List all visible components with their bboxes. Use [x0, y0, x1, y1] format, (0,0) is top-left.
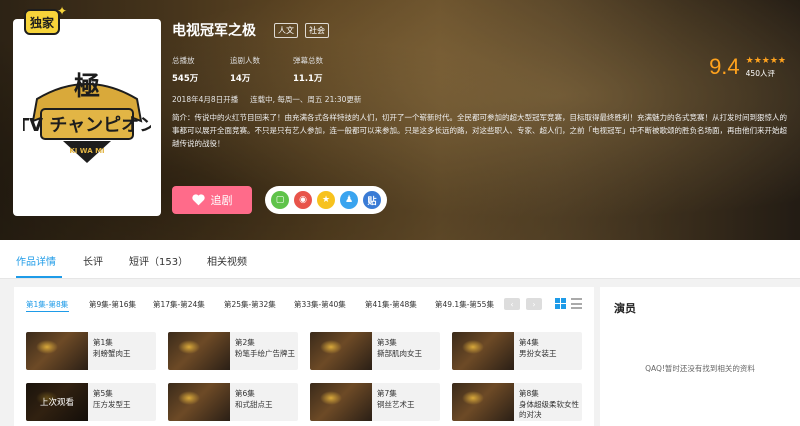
episode-number: 第5集 [93, 389, 113, 398]
tab-long-reviews[interactable]: 长评 [83, 253, 103, 268]
episode-number: 第3集 [377, 338, 397, 347]
episode-thumbnail [310, 332, 372, 370]
update-info: 连载中, 每周一、周五 21:30更新 [250, 95, 362, 104]
follow-button[interactable]: 追剧 [172, 186, 252, 214]
episode-number: 第1集 [93, 338, 113, 347]
episode-number: 第8集 [519, 389, 539, 398]
episode-title: 男扮女装王 [519, 349, 557, 358]
episode-thumbnail [452, 383, 514, 421]
episode-title: 身体超级柔软女性的对决 [519, 400, 579, 419]
wechat-icon[interactable]: ▢ [271, 191, 289, 209]
episode-number: 第6集 [235, 389, 255, 398]
next-page-button[interactable]: › [526, 298, 542, 310]
tab-details[interactable]: 作品详情 [16, 253, 56, 268]
episode-title: 和式甜点王 [235, 400, 273, 409]
episode-card[interactable]: 第3集 撕部肌肉女王 [310, 332, 440, 370]
stat-label: 弹幕总数 [293, 56, 323, 65]
heart-icon [191, 194, 205, 206]
show-info: 电视冠军之极 人文 社会 总播放 545万 追剧人数 14万 弹幕总数 11.1… [172, 20, 792, 148]
qzone-icon[interactable]: ★ [317, 191, 335, 209]
episode-thumbnail [452, 332, 514, 370]
svg-text:TV チャンピオン: TV チャンピオン [23, 115, 151, 136]
tag-humanities[interactable]: 人文 [274, 22, 298, 38]
episodes-panel: 第1集-第8集 第9集-第16集 第17集-第24集 第25集-第32集 第33… [14, 287, 594, 426]
tab-short-reviews[interactable]: 短评（153） [129, 253, 188, 268]
rating-score: 9.4 [709, 54, 740, 79]
cast-empty-message: QAQ!暂时还没有找到相关的资料 [645, 364, 755, 373]
start-date: 2018年4月8日开播 [172, 95, 239, 104]
weibo-icon[interactable]: ◉ [294, 191, 312, 209]
episode-title: 粉笔手绘广告牌王 [235, 349, 295, 358]
prev-page-button[interactable]: ‹ [504, 298, 520, 310]
hero-banner: TV チャンピオン 極 KI WA MI 独家 ✦ 电视冠军之极 人文 社会 总… [0, 0, 800, 240]
tab-related-videos[interactable]: 相关视频 [207, 253, 247, 268]
stat-value: 14万 [230, 74, 251, 84]
episode-card[interactable]: 第8集 身体超级柔软女性的对决 [452, 383, 582, 421]
show-title: 电视冠军之极 [172, 23, 256, 39]
rating-stars: ★★★★★ [745, 55, 786, 66]
episode-range-3[interactable]: 第17集-第24集 [153, 299, 205, 310]
stat-followers: 追剧人数 14万 [230, 55, 293, 84]
episode-title: 撕部肌肉女王 [377, 349, 422, 358]
episode-title: 铜丝艺术王 [377, 400, 415, 409]
stat-danmaku: 弹幕总数 11.1万 [293, 55, 363, 84]
show-logo: TV チャンピオン 極 KI WA MI [23, 72, 151, 163]
episode-thumbnail [168, 332, 230, 370]
detail-tabs: 作品详情 长评 短评（153） 相关视频 [0, 240, 800, 279]
share-bar: ▢ ◉ ★ ♟ 贴 [265, 186, 387, 214]
list-view-icon[interactable] [571, 298, 582, 309]
stat-label: 追剧人数 [230, 56, 260, 65]
episode-range-7[interactable]: 第49.1集-第55集 [435, 299, 494, 310]
episode-thumbnail [168, 383, 230, 421]
stat-value: 545万 [172, 74, 199, 84]
episode-range-2[interactable]: 第9集-第16集 [89, 299, 136, 310]
stat-value: 11.1万 [293, 74, 323, 84]
schedule-info: 2018年4月8日开播 连载中, 每周一、周五 21:30更新 [172, 94, 361, 105]
episode-range-5[interactable]: 第33集-第40集 [294, 299, 346, 310]
sparkle-icon: ✦ [57, 4, 68, 18]
episode-card[interactable]: 上次观看 第5集 压方发型王 [26, 383, 156, 421]
episode-card[interactable]: 第7集 铜丝艺术王 [310, 383, 440, 421]
poster-image[interactable]: TV チャンピオン 極 KI WA MI [13, 19, 161, 216]
episode-number: 第7集 [377, 389, 397, 398]
episode-title: 压方发型王 [93, 400, 131, 409]
rating-block: 9.4 ★★★★★ 450人评 [709, 54, 786, 80]
tieba-icon[interactable]: 贴 [363, 191, 381, 209]
cast-title: 演员 [614, 302, 636, 315]
svg-text:極: 極 [74, 72, 100, 102]
episode-range-6[interactable]: 第41集-第48集 [365, 299, 417, 310]
episode-card[interactable]: 第1集 刺螃蟹肉王 [26, 332, 156, 370]
episode-thumbnail [310, 383, 372, 421]
episode-range-1[interactable]: 第1集-第8集 [26, 299, 68, 310]
active-tab-indicator [16, 276, 62, 278]
episode-number: 第2集 [235, 338, 255, 347]
follow-label: 追剧 [210, 194, 233, 207]
episode-number: 第4集 [519, 338, 539, 347]
show-description: 简介：传说中的火红节目回来了！由充满各式各样特技的人们，切开了一个崭新时代。全民… [172, 113, 787, 148]
stat-plays: 总播放 545万 [172, 55, 230, 84]
episode-title: 刺螃蟹肉王 [93, 349, 131, 358]
episode-card[interactable]: 第6集 和式甜点王 [168, 383, 298, 421]
svg-text:KI WA MI: KI WA MI [69, 147, 104, 155]
episode-thumbnail [26, 332, 88, 370]
stat-label: 总播放 [172, 56, 195, 65]
active-range-indicator [26, 311, 69, 312]
episode-card[interactable]: 第4集 男扮女装王 [452, 332, 582, 370]
tag-society[interactable]: 社会 [305, 22, 329, 38]
cast-panel: 演员 QAQ!暂时还没有找到相关的资料 [600, 287, 800, 426]
grid-view-icon[interactable] [555, 298, 566, 309]
qq-icon[interactable]: ♟ [340, 191, 358, 209]
episode-range-4[interactable]: 第25集-第32集 [224, 299, 276, 310]
rating-count: 450人评 [745, 68, 775, 78]
exclusive-badge: 独家 [24, 9, 60, 35]
last-watched-overlay: 上次观看 [26, 383, 88, 421]
episode-card[interactable]: 第2集 粉笔手绘广告牌王 [168, 332, 298, 370]
stats-row: 总播放 545万 追剧人数 14万 弹幕总数 11.1万 [172, 55, 363, 84]
